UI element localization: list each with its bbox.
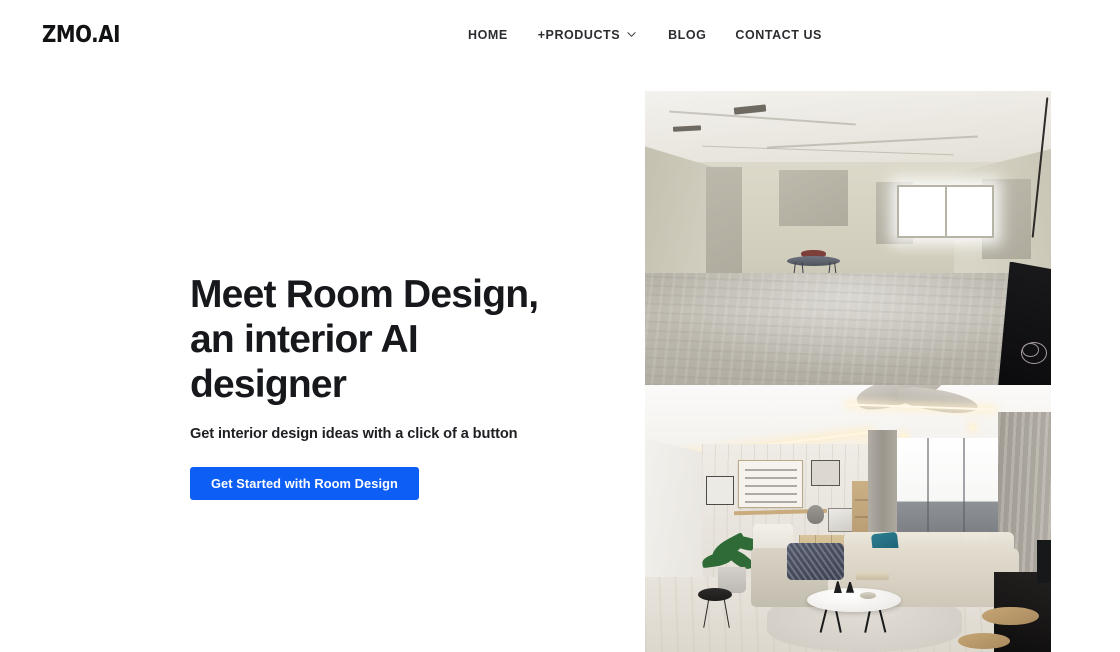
concrete-floor <box>645 273 1051 385</box>
nav-item-home[interactable]: HOME <box>468 29 508 42</box>
downlight <box>969 425 975 431</box>
decor-bowl <box>860 591 877 599</box>
decor-tray <box>856 571 889 580</box>
nav-label-home: HOME <box>468 28 508 42</box>
hero-text-block: Meet Room Design, an interior AI designe… <box>190 272 610 500</box>
decor-vase <box>807 505 825 524</box>
wall-patch <box>705 167 743 277</box>
nav-label-contact-us: CONTACT US <box>735 28 822 42</box>
nav-label-products: +PRODUCTS <box>537 28 621 42</box>
wall-frame-small <box>811 459 840 487</box>
before-room-image <box>645 91 1051 385</box>
artwork-text <box>745 464 797 503</box>
after-room-image <box>645 385 1051 652</box>
wall-patch <box>778 170 848 227</box>
nav-item-products[interactable]: +PRODUCTS <box>537 28 636 42</box>
site-header: ZMO.AI HOME +PRODUCTS BLOG CONTACT US <box>0 0 1120 74</box>
downlight <box>900 433 906 439</box>
marble-coffee-table <box>807 587 901 612</box>
main-navigation: HOME +PRODUCTS BLOG CONTACT US <box>468 29 822 42</box>
wood-side-table <box>982 606 1039 626</box>
landing-page: ZMO.AI HOME +PRODUCTS BLOG CONTACT US Me… <box>0 0 1120 652</box>
hero-media <box>645 91 1051 652</box>
cable-coil <box>1021 343 1039 358</box>
wall-frame-small <box>705 475 735 506</box>
chevron-down-icon <box>627 30 636 38</box>
window <box>896 185 995 238</box>
hero-subtitle: Get interior design ideas with a click o… <box>190 426 518 442</box>
television <box>1036 539 1051 583</box>
nav-item-blog[interactable]: BLOG <box>668 29 706 42</box>
nav-item-contact-us[interactable]: CONTACT US <box>735 29 822 42</box>
nav-label-blog: BLOG <box>668 28 707 42</box>
site-logo[interactable]: ZMO.AI <box>42 24 120 47</box>
throw-blanket <box>787 542 844 580</box>
wall-artwork <box>738 459 804 508</box>
get-started-button[interactable]: Get Started with Room Design <box>190 467 419 500</box>
page-title: Meet Room Design, an interior AI designe… <box>190 273 539 406</box>
